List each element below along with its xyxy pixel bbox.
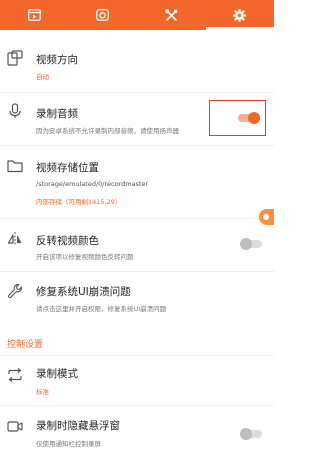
top-tab-bar xyxy=(0,0,274,30)
folder-icon xyxy=(7,160,23,173)
divider xyxy=(0,271,274,272)
tools-icon xyxy=(164,8,177,21)
gear-icon xyxy=(233,8,247,22)
camera-record-icon xyxy=(7,421,23,432)
floating-record-button[interactable] xyxy=(259,209,274,225)
setting-video-orientation[interactable]: 视频方向 自动 xyxy=(0,44,274,88)
orientation-value: 自动 xyxy=(36,73,49,81)
camera-icon xyxy=(96,9,110,21)
orientation-title: 视频方向 xyxy=(36,54,78,66)
setting-invert-color[interactable]: 反转视频颜色 开启该项以修复视频颜色反转问题 xyxy=(0,228,274,264)
setting-storage-location[interactable]: 视频存储位置 /storage/emulated/0/recordmaster … xyxy=(0,155,274,210)
setting-fix-ui-crash[interactable]: 修复系统UI崩溃问题 请点击这里并开启权限，修复系统UI崩溃问题 xyxy=(0,280,274,320)
storage-title: 视频存储位置 xyxy=(36,162,99,174)
highlight-box xyxy=(209,100,266,136)
invert-color-toggle[interactable] xyxy=(240,238,262,250)
hide-floating-title: 录制时隐藏悬浮窗 xyxy=(36,420,120,432)
invert-color-icon xyxy=(7,232,22,246)
tab-videos[interactable] xyxy=(0,0,69,30)
record-audio-description: 因为安卓系统不允许录制内部音频，请使用扬声器 xyxy=(36,127,179,135)
orientation-icon xyxy=(7,50,23,66)
tab-screenshots[interactable] xyxy=(69,0,138,30)
hide-floating-description: 仅使用通知栏控制录屏 xyxy=(36,440,101,448)
divider xyxy=(0,218,274,219)
tab-tools[interactable] xyxy=(137,0,206,30)
fix-ui-title: 修复系统UI崩溃问题 xyxy=(36,286,131,298)
record-mode-value: 标准 xyxy=(36,388,49,396)
storage-info: 内部存储（可用剩1415.29） xyxy=(36,198,122,206)
setting-hide-floating-window[interactable]: 录制时隐藏悬浮窗 仅使用通知栏控制录屏 xyxy=(0,414,274,450)
section-header-control: 控制设置 xyxy=(7,340,44,350)
toggle-knob xyxy=(240,428,252,440)
wrench-icon xyxy=(7,283,23,299)
invert-color-description: 开启该项以修复视频颜色反转问题 xyxy=(36,253,134,261)
microphone-icon xyxy=(9,103,21,118)
storage-path: /storage/emulated/0/recordmaster xyxy=(36,180,149,188)
setting-record-mode[interactable]: 录制模式 标准 xyxy=(0,362,274,398)
divider xyxy=(0,405,274,406)
hide-floating-toggle[interactable] xyxy=(240,428,262,440)
record-audio-title: 录制音频 xyxy=(36,108,78,120)
divider xyxy=(0,145,274,146)
tab-settings[interactable] xyxy=(205,0,275,30)
loop-icon xyxy=(8,368,22,382)
fix-ui-description: 请点击这里并开启权限，修复系统UI崩溃问题 xyxy=(36,305,167,313)
toggle-knob xyxy=(240,238,252,250)
record-mode-title: 录制模式 xyxy=(36,368,78,380)
divider xyxy=(0,92,274,93)
video-icon xyxy=(27,9,41,21)
divider xyxy=(0,355,274,356)
invert-color-title: 反转视频颜色 xyxy=(36,235,99,247)
